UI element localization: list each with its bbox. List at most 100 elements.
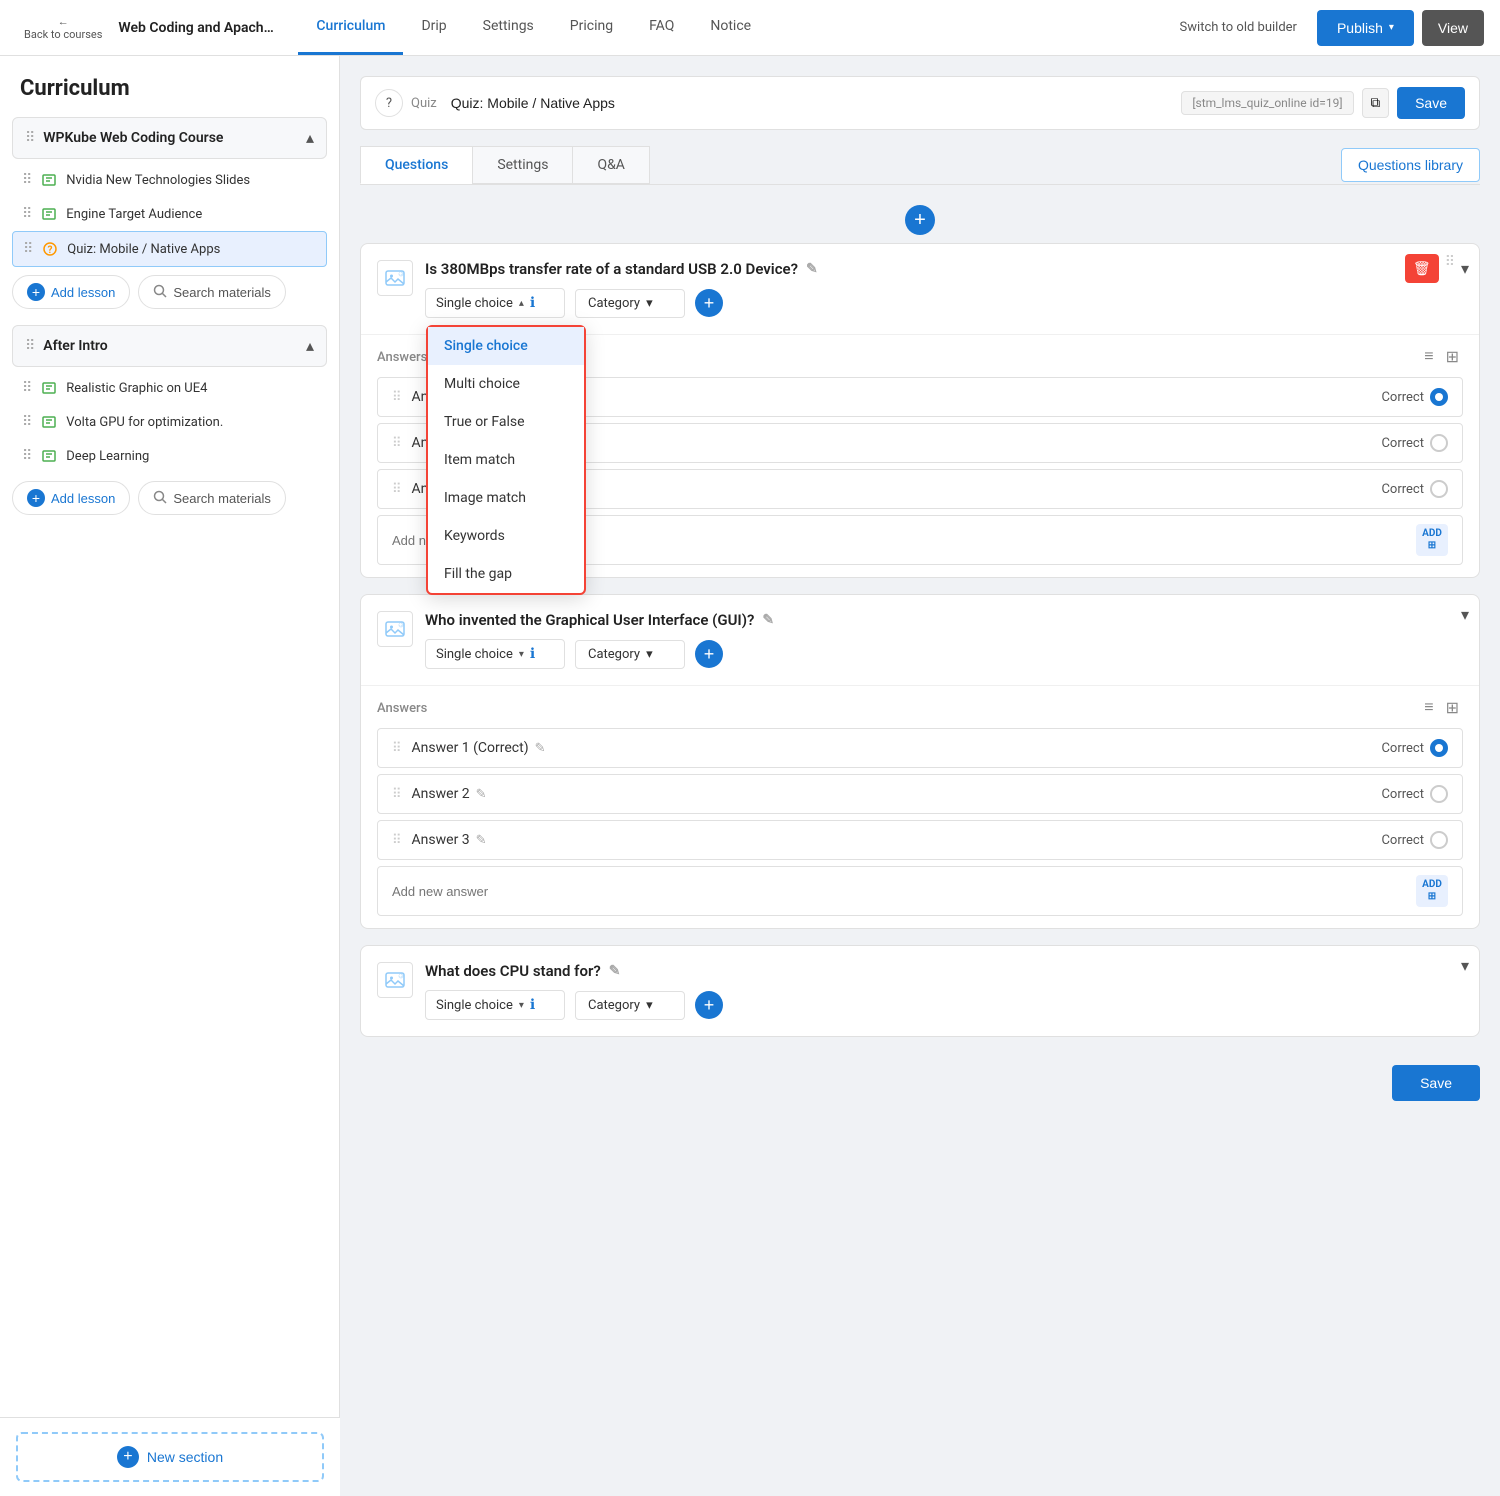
quiz-tab-questions[interactable]: Questions — [360, 146, 473, 184]
publish-button[interactable]: Publish ▾ — [1317, 10, 1414, 46]
switch-old-builder-button[interactable]: Switch to old builder — [1168, 12, 1309, 43]
question-3-collapse[interactable]: ▾ — [1461, 956, 1469, 975]
quiz-header: ? Quiz [stm_lms_quiz_online id=19] ⧉ Sav… — [360, 76, 1480, 130]
search-materials-button-1[interactable]: Search materials — [138, 275, 286, 309]
answer-1-3-radio[interactable] — [1430, 480, 1448, 498]
back-button[interactable]: ← Back to courses — [16, 11, 110, 45]
lesson-drag-quiz[interactable]: ⠿ — [23, 241, 33, 257]
question-2-type-select[interactable]: Single choice ▾ ℹ — [425, 639, 565, 669]
lesson-drag-engine[interactable]: ⠿ — [22, 206, 32, 222]
dropdown-item-single-choice[interactable]: Single choice — [428, 327, 584, 365]
question-3-add-media-button[interactable]: + — [695, 991, 723, 1019]
question-2-edit-icon[interactable]: ✎ — [762, 612, 774, 628]
nav-tab-curriculum[interactable]: Curriculum — [298, 0, 403, 55]
quiz-tab-settings[interactable]: Settings — [472, 146, 573, 184]
answer-2-1-radio[interactable] — [1430, 739, 1448, 757]
section-collapse-2[interactable]: ▴ — [306, 336, 314, 356]
questions-library-button[interactable]: Questions library — [1341, 148, 1480, 182]
search-materials-button-2[interactable]: Search materials — [138, 481, 286, 515]
answer-2-2-radio[interactable] — [1430, 785, 1448, 803]
lesson-item-quiz[interactable]: ⠿ ? Quiz: Mobile / Native Apps — [12, 231, 327, 267]
answer-1-1-radio[interactable] — [1430, 388, 1448, 406]
answer-1-3-drag[interactable]: ⠿ — [392, 482, 402, 497]
question-2-collapse[interactable]: ▾ — [1461, 605, 1469, 624]
question-1-drag-handle[interactable]: ⠿ — [1445, 254, 1455, 283]
dropdown-item-keywords[interactable]: Keywords — [428, 517, 584, 555]
answer-2-2-drag[interactable]: ⠿ — [392, 787, 402, 802]
answer-2-1-drag[interactable]: ⠿ — [392, 741, 402, 756]
dropdown-item-item-match[interactable]: Item match — [428, 441, 584, 479]
answer-2-3-radio[interactable] — [1430, 831, 1448, 849]
question-3-info-icon[interactable]: ℹ — [530, 997, 535, 1013]
new-section-button[interactable]: + New section — [16, 1432, 324, 1482]
question-2-add-media-button[interactable]: + — [695, 640, 723, 668]
answer-1-2-drag[interactable]: ⠿ — [392, 436, 402, 451]
question-1-delete-button[interactable]: 🗑 — [1405, 254, 1439, 283]
save-top-button[interactable]: Save — [1397, 87, 1465, 119]
dropdown-item-image-match[interactable]: Image match — [428, 479, 584, 517]
question-3-category-select[interactable]: Category ▾ — [575, 991, 685, 1020]
answer-1-2-correct: Correct — [1381, 434, 1448, 452]
save-bottom-button[interactable]: Save — [1392, 1065, 1480, 1101]
section-collapse-1[interactable]: ▴ — [306, 128, 314, 148]
copy-shortcode-button[interactable]: ⧉ — [1362, 88, 1390, 118]
dropdown-item-fill-the-gap[interactable]: Fill the gap — [428, 555, 584, 593]
answer-2-3-drag[interactable]: ⠿ — [392, 833, 402, 848]
lesson-item-engine[interactable]: ⠿ Engine Target Audience — [12, 197, 327, 231]
lesson-icon-deeplearning — [40, 447, 58, 465]
answer-2-1-edit-icon[interactable]: ✎ — [535, 741, 546, 756]
answer-2-3-edit-icon[interactable]: ✎ — [476, 833, 487, 848]
lesson-name-deeplearning: Deep Learning — [66, 449, 149, 464]
add-lesson-button-1[interactable]: + Add lesson — [12, 275, 130, 309]
question-2-info-icon[interactable]: ℹ — [530, 646, 535, 662]
lesson-item-nvidia[interactable]: ⠿ Nvidia New Technologies Slides — [12, 163, 327, 197]
answer-1-1-drag[interactable]: ⠿ — [392, 390, 402, 405]
lesson-item-volta[interactable]: ⠿ Volta GPU for optimization. — [12, 405, 327, 439]
question-2-list-view-button[interactable]: ≡ — [1420, 696, 1437, 720]
question-1-type-select[interactable]: Single choice ▴ ℹ Single choice Multi ch… — [425, 288, 565, 318]
question-2-category-select[interactable]: Category ▾ — [575, 640, 685, 669]
question-2-actions: ▾ — [1461, 605, 1469, 624]
question-1-info-icon[interactable]: ℹ — [530, 295, 535, 311]
lesson-drag-volta[interactable]: ⠿ — [22, 414, 32, 430]
lesson-drag-deeplearning[interactable]: ⠿ — [22, 448, 32, 464]
dropdown-item-true-false[interactable]: True or False — [428, 403, 584, 441]
lesson-drag-nvidia[interactable]: ⠿ — [22, 172, 32, 188]
question-2-image-icon[interactable]: + — [377, 611, 413, 647]
nav-tab-faq[interactable]: FAQ — [631, 0, 692, 55]
add-question-button[interactable]: + — [905, 205, 935, 235]
search-icon-2 — [153, 490, 167, 507]
answer-2-2-edit-icon[interactable]: ✎ — [476, 787, 487, 802]
question-1-list-view-button[interactable]: ≡ — [1420, 345, 1437, 369]
question-3-edit-icon[interactable]: ✎ — [609, 963, 621, 979]
add-answer-input-2[interactable] — [392, 884, 1416, 899]
question-2-grid-view-button[interactable]: ⊞ — [1442, 696, 1463, 720]
question-1-collapse[interactable]: ▾ — [1461, 254, 1469, 283]
question-3-type-select[interactable]: Single choice ▾ ℹ — [425, 990, 565, 1020]
lesson-item-deeplearning[interactable]: ⠿ Deep Learning — [12, 439, 327, 473]
question-3-image-icon[interactable]: + — [377, 962, 413, 998]
answer-1-2-radio[interactable] — [1430, 434, 1448, 452]
question-1-grid-view-button[interactable]: ⊞ — [1442, 345, 1463, 369]
nav-tab-drip[interactable]: Drip — [403, 0, 464, 55]
question-1-category-select[interactable]: Category ▾ — [575, 289, 685, 318]
nav-tab-notice[interactable]: Notice — [692, 0, 769, 55]
dropdown-item-multi-choice[interactable]: Multi choice — [428, 365, 584, 403]
section-drag-handle-1[interactable]: ⠿ — [25, 130, 35, 146]
section-drag-handle-2[interactable]: ⠿ — [25, 338, 35, 354]
answer-2-1-correct: Correct — [1381, 739, 1448, 757]
question-1-edit-icon[interactable]: ✎ — [806, 261, 818, 277]
lesson-item-ue4[interactable]: ⠿ Realistic Graphic on UE4 — [12, 371, 327, 405]
lesson-icon-quiz: ? — [41, 240, 59, 258]
quiz-tab-qa[interactable]: Q&A — [572, 146, 649, 184]
lesson-name-quiz: Quiz: Mobile / Native Apps — [67, 242, 220, 257]
lesson-icon-ue4 — [40, 379, 58, 397]
question-1-image-icon[interactable]: + — [377, 260, 413, 296]
quiz-name-input[interactable] — [451, 95, 1174, 111]
nav-tab-settings[interactable]: Settings — [465, 0, 552, 55]
question-1-add-media-button[interactable]: + — [695, 289, 723, 317]
nav-tab-pricing[interactable]: Pricing — [552, 0, 631, 55]
add-lesson-button-2[interactable]: + Add lesson — [12, 481, 130, 515]
view-button[interactable]: View — [1422, 10, 1484, 46]
lesson-drag-ue4[interactable]: ⠿ — [22, 380, 32, 396]
